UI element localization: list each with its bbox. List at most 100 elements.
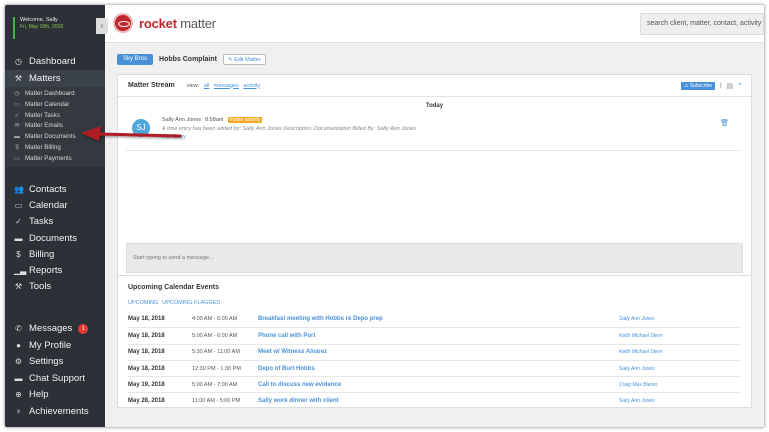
events-table: May 18, 2018 4:00 AM - 6:00 AM Breakfast… <box>128 311 741 409</box>
table-row: May 18, 2018 5:30 AM - 11:00 AM Meet w/ … <box>128 343 741 360</box>
gear-icon: ⚙ <box>14 357 23 366</box>
events-title: Upcoming Calendar Events <box>128 284 220 291</box>
sidebar-item-billing[interactable]: $ Billing <box>5 247 105 263</box>
event-title-link[interactable]: Depo of Burt Hobbs <box>258 366 619 372</box>
table-row: May 18, 2018 4:00 AM - 6:00 AM Breakfast… <box>128 311 741 327</box>
stream-actions: ⚠ Subscribe ⌇ ▤ ⌃ <box>680 82 743 90</box>
event-title-link[interactable]: Sally work dinner with client <box>258 398 619 404</box>
event-date: May 18, 2018 <box>128 349 165 356</box>
gavel-icon: ⚒ <box>14 74 23 83</box>
rocket-matter-logo-icon <box>113 13 133 33</box>
nav-account: ✆ Messages 1 ● My Profile ⚙ Settings ▬ Chat S… <box>5 321 105 420</box>
event-time: 11:00 AM - 5:00 PM <box>192 398 241 405</box>
tab-upcoming-flagged[interactable]: UPCOMING FLAGGED <box>162 300 220 306</box>
trophy-icon: ♆ <box>15 406 22 416</box>
subscribe-button[interactable]: ⚠ Subscribe <box>680 82 716 90</box>
people-icon: 👥 <box>14 185 24 194</box>
event-time: 5:00 AM - 6:00 AM <box>192 332 238 339</box>
tab-upcoming[interactable]: UPCOMING <box>128 300 158 306</box>
messages-count-badge: 1 <box>78 324 89 335</box>
clock-icon: ◷ <box>14 91 20 97</box>
sidebar-item-contacts[interactable]: 👥 Contacts <box>5 182 105 198</box>
welcome-block: Welcome, Sally Fri, May 18th, 2018 <box>13 17 99 39</box>
table-row: May 18, 2018 12:30 PM - 1:30 PM Depo of … <box>128 359 741 376</box>
export-icon[interactable]: ▤ <box>727 82 734 90</box>
calendar-icon: ▭ <box>14 201 23 211</box>
sidebar-item-label: Matter Tasks <box>25 111 60 119</box>
sidebar-item-label: Matter Dashboard <box>25 90 75 97</box>
sidebar-item-calendar[interactable]: ▭ Calendar <box>5 198 105 214</box>
chevron-left-icon: ‹ <box>100 21 104 30</box>
user-icon: ● <box>16 340 21 350</box>
sidebar-item-matter-tasks[interactable]: ✓ Matter Tasks <box>5 111 105 122</box>
filter-messages-link[interactable]: messages <box>214 83 239 89</box>
stream-entry: SJ Sally Ann Jones 8:58am matter activit… <box>126 113 741 151</box>
entry-time: 8:58am <box>205 117 224 123</box>
global-search-input[interactable]: search client, matter, contact, activity <box>640 13 764 35</box>
sidebar-item-matter-calendar[interactable]: ▭ Matter Calendar <box>5 100 105 111</box>
annotation-arrow <box>81 126 182 141</box>
sidebar-item-messages[interactable]: ✆ Messages 1 <box>5 321 105 338</box>
sidebar-item-achievements[interactable]: ♆ Achievements <box>5 404 105 421</box>
paperclip-icon[interactable]: ⌇ <box>719 82 722 90</box>
event-time: 5:30 AM - 11:00 AM <box>192 349 240 356</box>
event-person-link[interactable]: Keith Michael Stern <box>619 333 741 339</box>
welcome-date: Fri, May 18th, 2018 <box>20 24 64 30</box>
dollar-icon: $ <box>16 249 21 259</box>
sidebar-item-tools[interactable]: ⚒ Tools <box>5 279 105 295</box>
sidebar-item-label: Achievements <box>29 405 89 417</box>
sidebar-item-settings[interactable]: ⚙ Settings <box>5 354 105 371</box>
sidebar-item-help[interactable]: ⊕ Help <box>5 387 105 404</box>
event-date: May 18, 2018 <box>128 365 165 372</box>
edit-matter-button[interactable]: ✎ Edit Matter <box>222 54 266 65</box>
event-person-link[interactable]: Sally Ann Jones <box>619 366 741 372</box>
sidebar-item-matters[interactable]: ⚒ Matters <box>5 70 105 87</box>
event-person-link[interactable]: Craig Max Bierko <box>619 382 741 388</box>
sidebar-item-dashboard[interactable]: ◷ Dashboard <box>5 53 105 70</box>
event-title-link[interactable]: Call to discuss new evidence <box>258 382 619 388</box>
sidebar-item-reports[interactable]: ▁▃ Reports <box>5 263 105 279</box>
app-logo[interactable]: rocket matter <box>139 16 216 31</box>
chevron-up-icon[interactable]: ⌃ <box>737 82 743 90</box>
message-input[interactable]: Start typing to send a message... <box>126 243 743 273</box>
event-date: May 18, 2018 <box>128 316 165 323</box>
stream-filter: view: all messages activity <box>187 83 261 89</box>
event-person-link[interactable]: Sally Ann Jones <box>619 398 741 404</box>
lifebuoy-icon: ⊕ <box>15 390 22 399</box>
sidebar-item-label: Settings <box>29 356 64 367</box>
event-title-link[interactable]: Meet w/ Witness Alvarez <box>258 349 619 355</box>
envelope-icon: ✉ <box>14 123 20 130</box>
wrench-icon: ⚒ <box>14 282 23 292</box>
event-time: 4:00 AM - 6:00 AM <box>192 316 238 323</box>
sidebar-item-tasks[interactable]: ✓ Tasks <box>5 214 105 230</box>
sidebar-item-my-profile[interactable]: ● My Profile <box>5 338 105 355</box>
subscribe-label: Subscribe <box>689 83 713 89</box>
sidebar-collapse-button[interactable]: ‹ <box>96 18 108 34</box>
breadcrumb-client[interactable]: Sky Bros <box>117 54 154 65</box>
sidebar-item-label: Messages <box>29 323 73 334</box>
trash-icon[interactable]: 🗑 <box>720 119 729 127</box>
sidebar-item-label: Dashboard <box>29 56 76 67</box>
edit-matter-label: Edit Matter <box>234 57 261 63</box>
main-content: Sky Bros Hobbs Complaint ✎ Edit Matter M… <box>105 43 764 427</box>
sidebar-item-documents[interactable]: ▬ Documents <box>5 231 105 247</box>
sidebar-item-matter-dashboard[interactable]: ◷ Matter Dashboard <box>5 89 105 100</box>
matter-stream-title: Matter Stream <box>128 82 175 89</box>
matter-title: Hobbs Complaint <box>159 56 217 63</box>
event-title-link[interactable]: Breakfast meeting with Hobbs re Depo pre… <box>258 316 619 322</box>
matter-stream-header: Matter Stream view: all messages activit… <box>118 75 751 97</box>
dollar-icon: $ <box>15 144 19 151</box>
event-time: 5:00 AM - 7:00 AM <box>192 381 238 388</box>
app-window: Welcome, Sally Fri, May 18th, 2018 ◷ Das… <box>4 4 765 428</box>
check-icon: ✓ <box>15 217 22 227</box>
filter-all-link[interactable]: all <box>204 83 210 89</box>
event-person-link[interactable]: Keith Michael Stern <box>619 349 741 355</box>
event-title-link[interactable]: Phone call with Port <box>258 333 619 339</box>
events-tabs: UPCOMING UPCOMING FLAGGED <box>128 300 220 306</box>
event-date: May 19, 2018 <box>128 381 165 388</box>
filter-activity-link[interactable]: activity <box>243 83 260 89</box>
event-date: May 28, 2018 <box>128 398 165 405</box>
sidebar-item-chat-support[interactable]: ▬ Chat Support <box>5 371 105 388</box>
event-person-link[interactable]: Sally Ann Jones <box>619 316 741 322</box>
today-divider: Today <box>425 103 444 109</box>
